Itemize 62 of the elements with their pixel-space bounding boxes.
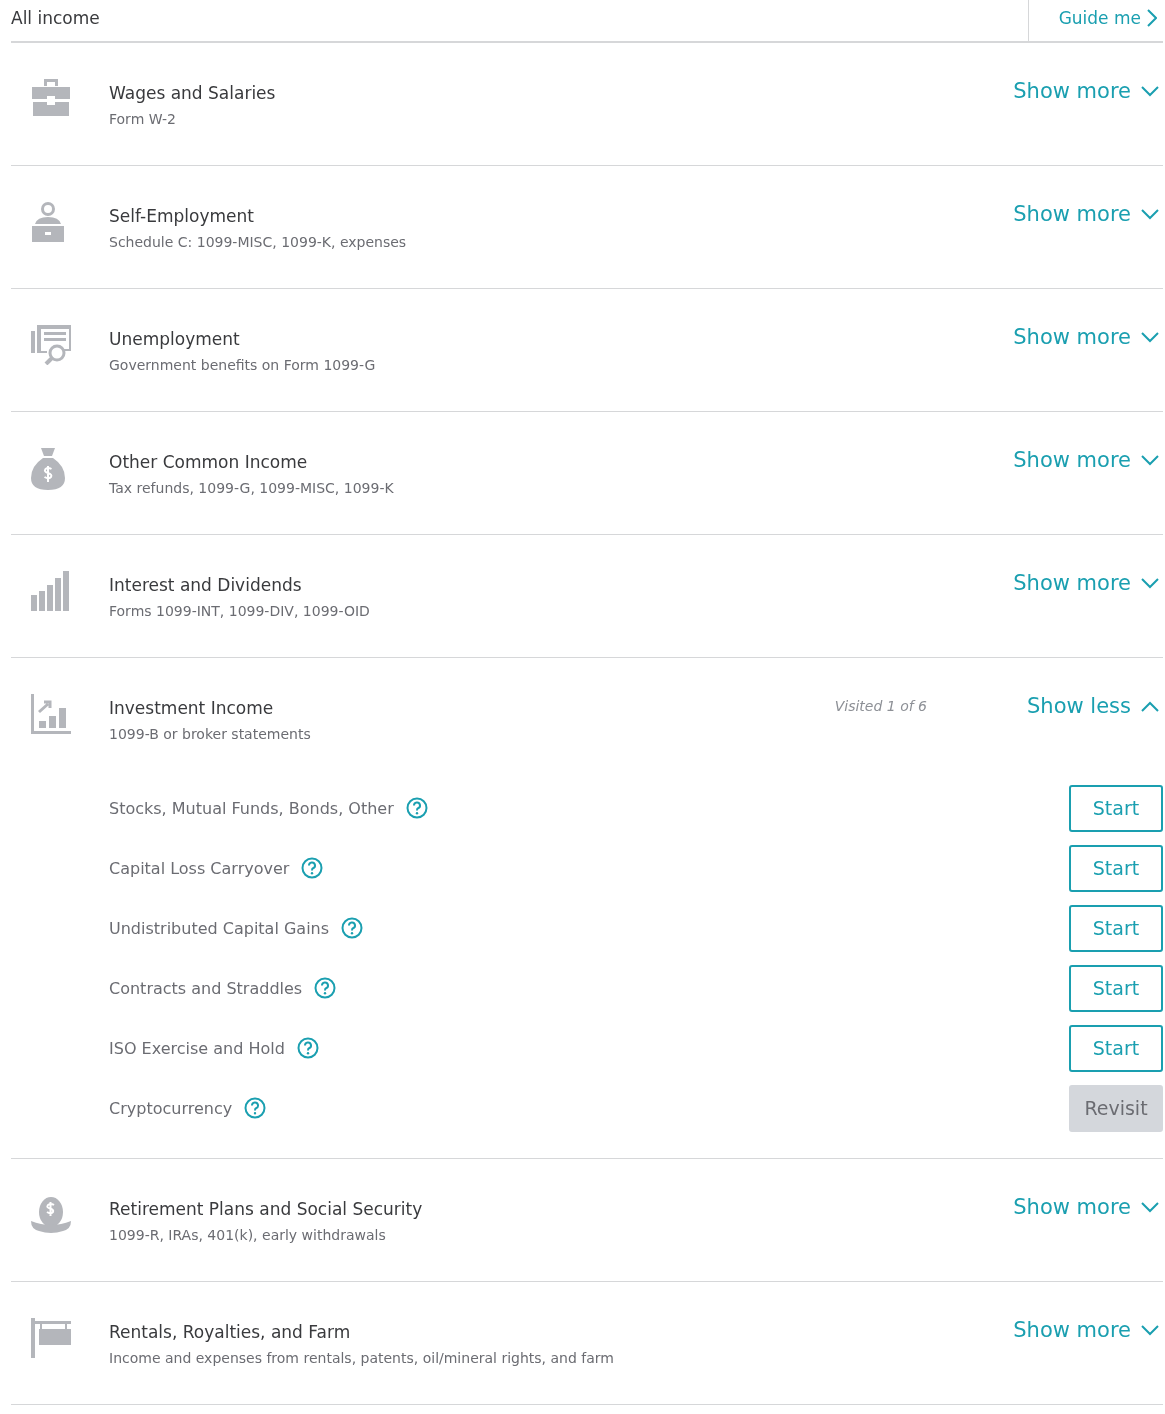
chevron-down-icon [1141, 577, 1159, 589]
hanging-sign-icon [31, 1318, 71, 1358]
help-icon[interactable] [314, 977, 337, 999]
help-icon[interactable] [244, 1097, 267, 1119]
expand-toggle[interactable]: Show more [1013, 571, 1163, 595]
category-subtitle: Schedule C: 1099-MISC, 1099-K, expenses [109, 234, 408, 250]
help-icon[interactable] [296, 1037, 319, 1059]
chevron-right-icon [1147, 8, 1157, 27]
category-title: Self-Employment [109, 206, 255, 226]
category-subtitle: 1099-B or broker statements [109, 726, 312, 742]
category-subtitle: Income and expenses from rentals, patents, oil/mineral rights, and farm [109, 1350, 615, 1366]
visited-count: Visited 1 of 6 [834, 698, 927, 714]
revisit-button[interactable]: Revisit [1069, 1084, 1163, 1132]
document-search-icon [31, 325, 71, 365]
category-title: Rentals, Royalties, and Farm [109, 1322, 352, 1342]
start-button[interactable]: Start [1069, 1024, 1163, 1072]
category-subtitle: Form W-2 [109, 111, 177, 127]
topic-label: ISO Exercise and Hold [109, 1038, 285, 1058]
briefcase-icon [31, 79, 71, 116]
expand-toggle[interactable]: Show less [1027, 694, 1163, 718]
category-subtitle: Tax refunds, 1099-G, 1099-MISC, 1099-K [109, 480, 395, 496]
nest-egg-icon [31, 1195, 71, 1235]
chevron-down-icon [1141, 454, 1159, 466]
topic-label: Stocks, Mutual Funds, Bonds, Other [109, 798, 394, 818]
bar-chart-icon [31, 571, 69, 611]
start-button[interactable]: Start [1069, 904, 1163, 952]
expand-toggle[interactable]: Show more [1013, 448, 1163, 472]
category-subtitle: 1099-R, IRAs, 401(k), early withdrawals [109, 1227, 387, 1243]
growth-chart-icon [31, 694, 71, 734]
start-button[interactable]: Start [1069, 964, 1163, 1012]
chevron-up-icon [1141, 700, 1159, 712]
topic-label: Undistributed Capital Gains [109, 918, 330, 938]
category-title: Retirement Plans and Social Security [109, 1199, 424, 1219]
category-title: Other Common Income [109, 452, 309, 472]
help-icon[interactable] [301, 857, 324, 879]
chevron-down-icon [1141, 1324, 1159, 1336]
chevron-down-icon [1141, 85, 1159, 97]
category-title: Wages and Salaries [109, 83, 277, 103]
expand-toggle[interactable]: Show more [1013, 79, 1163, 103]
topic-label: Contracts and Straddles [109, 978, 303, 998]
category-title: Unemployment [109, 329, 241, 349]
money-bag-icon [31, 448, 65, 490]
person-laptop-icon [31, 202, 65, 242]
chevron-down-icon [1141, 208, 1159, 220]
start-button[interactable]: Start [1069, 844, 1163, 892]
category-title: Interest and Dividends [109, 575, 303, 595]
help-icon[interactable] [341, 917, 364, 939]
topic-label: Capital Loss Carryover [109, 858, 290, 878]
expand-toggle[interactable]: Show more [1013, 1195, 1163, 1219]
category-subtitle: Government benefits on Form 1099-G [109, 357, 377, 373]
help-icon[interactable] [405, 797, 428, 819]
chevron-down-icon [1141, 331, 1159, 343]
category-title: Investment Income [109, 698, 275, 718]
start-button[interactable]: Start [1069, 784, 1163, 832]
expand-toggle[interactable]: Show more [1013, 325, 1163, 349]
chevron-down-icon [1141, 1201, 1159, 1213]
expand-toggle[interactable]: Show more [1013, 202, 1163, 226]
guide-me-link[interactable]: Guide me [1027, 0, 1163, 41]
page-title: All income [11, 7, 100, 28]
category-subtitle: Forms 1099-INT, 1099-DIV, 1099-OID [109, 603, 371, 619]
expand-toggle[interactable]: Show more [1013, 1318, 1163, 1342]
topic-label: Cryptocurrency [109, 1098, 233, 1118]
